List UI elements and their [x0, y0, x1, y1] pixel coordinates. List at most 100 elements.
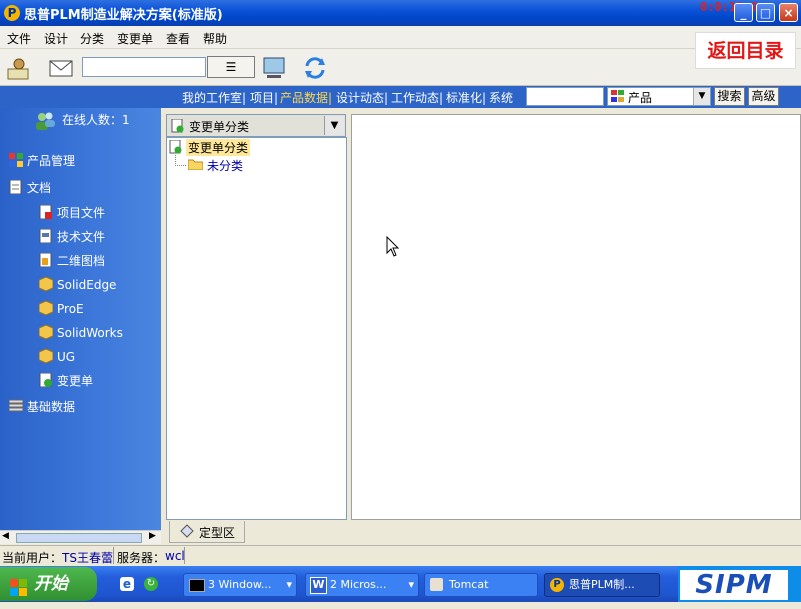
cube-icon — [38, 276, 54, 292]
nav-standardization[interactable]: 标准化| — [446, 89, 486, 106]
sidebar-item-label: 变更单 — [57, 374, 94, 388]
scroll-left-icon[interactable]: ◀ — [2, 531, 9, 541]
sidebar-item-label: 基础数据 — [27, 400, 76, 414]
sidebar-item-label: SolidWorks — [57, 326, 123, 340]
sidebar-item-label: 文档 — [27, 181, 52, 195]
grid-icon — [611, 90, 624, 102]
sidebar-item-label: 项目文件 — [57, 206, 106, 220]
main-content-area[interactable] — [351, 114, 801, 520]
notes-button[interactable]: ☰ — [207, 56, 255, 78]
task-tomcat[interactable]: Tomcat — [424, 573, 538, 597]
nav-my-studio[interactable]: 我的工作室| — [182, 89, 246, 106]
server-name: wcl — [165, 549, 185, 563]
divider — [113, 547, 114, 564]
tree-category-dropdown[interactable]: 变更单分类 ▼ — [166, 114, 346, 137]
sidebar-scrollbar[interactable]: ◀ ▶ — [0, 530, 161, 544]
nav-product-data[interactable]: 产品数据| — [280, 89, 332, 106]
project-file-icon — [39, 204, 53, 220]
status-bar: 当前用户： TS王春蕾 服务器： wcl — [0, 545, 801, 566]
task-label: 思普PLM制... — [569, 578, 635, 591]
nav-search-input[interactable] — [526, 87, 604, 106]
cube-icon — [38, 324, 54, 340]
sidebar-item-solidworks[interactable]: SolidWorks — [38, 324, 123, 342]
task-command-window[interactable]: 3 Window... ▾ — [183, 573, 297, 597]
menu-design[interactable]: 设计 — [44, 30, 68, 47]
toolbar-search-input[interactable] — [82, 57, 206, 77]
menu-category[interactable]: 分类 — [80, 30, 104, 47]
diamond-icon — [180, 524, 194, 541]
chevron-down-icon: ▾ — [286, 578, 292, 591]
current-user: TS王春蕾 — [62, 551, 113, 565]
sidebar: 在线人数：1 产品管理 文档 项目文件 技术文件 二维图档 SolidEdge … — [0, 108, 161, 530]
notes-icon: ☰ — [225, 60, 237, 74]
sipm-logo: SIPM — [680, 570, 788, 600]
menu-help[interactable]: 帮助 — [203, 30, 227, 47]
mail-icon[interactable] — [48, 55, 74, 81]
menu-file[interactable]: 文件 — [7, 30, 31, 47]
sidebar-item-label: 产品管理 — [27, 154, 76, 168]
chevron-down-icon[interactable]: ▼ — [693, 88, 710, 105]
sidebar-item-project-file[interactable]: 项目文件 — [39, 204, 105, 222]
tab-finalized-area[interactable]: 定型区 — [169, 521, 245, 543]
console-icon — [189, 579, 205, 592]
divider — [184, 547, 185, 564]
nav-project[interactable]: 项目| — [250, 89, 278, 106]
close-button[interactable]: × — [779, 3, 798, 22]
task-microsoft-word[interactable]: W 2 Micros... ▾ — [305, 573, 419, 597]
sidebar-item-base-data[interactable]: 基础数据 — [8, 398, 76, 416]
monitor-icon[interactable] — [261, 55, 287, 81]
tech-file-icon — [39, 228, 53, 244]
task-sipm-plm[interactable]: P 思普PLM制... — [544, 573, 660, 597]
sidebar-item-2d-drawing[interactable]: 二维图档 — [39, 252, 105, 270]
sidebar-item-ug[interactable]: UG — [38, 348, 75, 366]
user-tool-icon[interactable] — [6, 55, 32, 81]
server-label: 服务器： — [117, 551, 166, 565]
folder-icon — [187, 158, 204, 173]
menu-change-order[interactable]: 变更单 — [117, 30, 153, 47]
sidebar-item-document[interactable]: 文档 — [9, 179, 51, 197]
start-button[interactable]: 开始 — [0, 567, 97, 601]
product-icon — [9, 153, 23, 167]
cube-icon — [38, 300, 54, 316]
sidebar-item-solidedge[interactable]: SolidEdge — [38, 276, 117, 294]
sidebar-item-change-order[interactable]: 变更单 — [39, 372, 93, 390]
nav-work-news[interactable]: 工作动态| — [391, 89, 443, 106]
sidebar-item-label: ProE — [57, 302, 84, 316]
quick-launch-icon[interactable]: ↻ — [144, 577, 158, 591]
online-users-icon — [36, 112, 55, 130]
tree-panel: 变更单分类 未分类 — [166, 137, 347, 520]
back-to-menu-button[interactable]: 返回目录 — [695, 32, 796, 69]
word-icon: W — [310, 577, 327, 594]
nav-design-news[interactable]: 设计动态| — [336, 89, 388, 106]
task-label: 2 Micros... — [330, 578, 387, 591]
change-order-icon — [39, 372, 53, 388]
search-button[interactable]: 搜索 — [714, 87, 745, 106]
window-title: 思普PLM制造业解决方案(标准版) — [24, 8, 223, 23]
sidebar-item-tech-file[interactable]: 技术文件 — [39, 228, 105, 246]
document-icon — [9, 179, 23, 195]
app-icon: P — [550, 578, 564, 592]
chevron-down-icon[interactable]: ▼ — [324, 116, 344, 135]
cube-icon — [38, 348, 54, 364]
minimize-button[interactable]: _ — [734, 3, 753, 22]
change-order-icon — [171, 118, 184, 136]
menu-view[interactable]: 查看 — [166, 30, 190, 47]
chevron-down-icon: ▾ — [408, 578, 414, 591]
tab-label: 定型区 — [199, 526, 236, 540]
maximize-button[interactable]: □ — [756, 3, 775, 22]
sidebar-item-label: 二维图档 — [57, 254, 106, 268]
start-label: 开始 — [34, 574, 68, 594]
scroll-right-icon[interactable]: ▶ — [149, 531, 156, 541]
database-icon — [8, 399, 24, 413]
mouse-cursor-icon — [386, 236, 400, 257]
refresh-icon[interactable] — [302, 55, 328, 81]
sidebar-item-label: SolidEdge — [57, 278, 117, 292]
advanced-search-button[interactable]: 高级 — [748, 87, 779, 106]
nav-system[interactable]: 系统 — [489, 89, 513, 106]
system-tray: SIPM — [678, 566, 801, 602]
scroll-thumb[interactable] — [16, 533, 142, 543]
sidebar-item-proe[interactable]: ProE — [38, 300, 84, 318]
ie-icon[interactable]: e — [120, 577, 134, 591]
tree-child-label: 未分类 — [207, 159, 244, 173]
sidebar-item-product[interactable]: 产品管理 — [9, 152, 75, 170]
